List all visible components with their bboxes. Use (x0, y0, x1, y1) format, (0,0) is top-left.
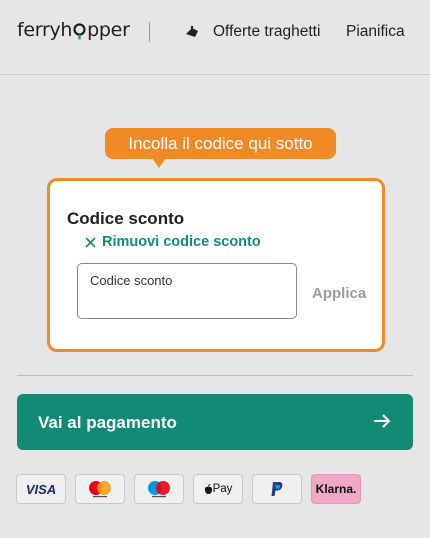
discount-title: Codice sconto (67, 209, 185, 228)
apply-button[interactable]: Applica (312, 285, 366, 302)
ferryhopper-logo[interactable]: ferryh pper (17, 19, 130, 41)
logo-pin-icon (73, 22, 86, 39)
apple-icon (204, 483, 212, 494)
logo-text-left: ferryh (17, 19, 73, 41)
remove-discount-link[interactable]: Rimuovi codice sconto (85, 234, 261, 250)
apple-pay-logo: Pay (193, 474, 243, 504)
payment-button-label: Vai al pagamento (38, 413, 177, 432)
maestro-logo (134, 474, 184, 504)
arrow-right-icon (374, 414, 391, 428)
visa-logo: VISA (16, 474, 66, 504)
ferry-icon (186, 26, 198, 37)
paypal-logo (252, 474, 302, 504)
paste-code-tooltip: Incolla il codice qui sotto (105, 128, 336, 159)
discount-code-panel: Codice sconto Rimuovi codice sconto Codi… (47, 178, 385, 352)
remove-discount-label: Rimuovi codice sconto (102, 234, 261, 250)
nav-link-plan[interactable]: Pianifica (346, 23, 405, 41)
proceed-to-payment-button[interactable]: Vai al pagamento (17, 394, 413, 450)
klarna-logo: Klarna. (311, 474, 361, 504)
section-divider (17, 375, 413, 376)
maestro-icon (148, 481, 170, 498)
close-icon (85, 236, 96, 248)
payment-methods: VISA Pay Klarna. (16, 474, 361, 504)
apple-pay-text: Pay (212, 483, 233, 495)
discount-code-input[interactable]: Codice sconto (77, 263, 297, 319)
mastercard-logo (75, 474, 125, 504)
logo-text-right: pper (87, 19, 130, 41)
mastercard-icon (89, 481, 111, 498)
nav-link-offers[interactable]: Offerte traghetti (213, 23, 320, 41)
header-divider (149, 22, 150, 42)
site-header: ferryh pper Offerte traghetti Pianifica (0, 0, 430, 75)
paypal-icon (271, 482, 283, 496)
discount-code-placeholder: Codice sconto (90, 273, 173, 288)
tooltip-arrow (152, 158, 166, 168)
